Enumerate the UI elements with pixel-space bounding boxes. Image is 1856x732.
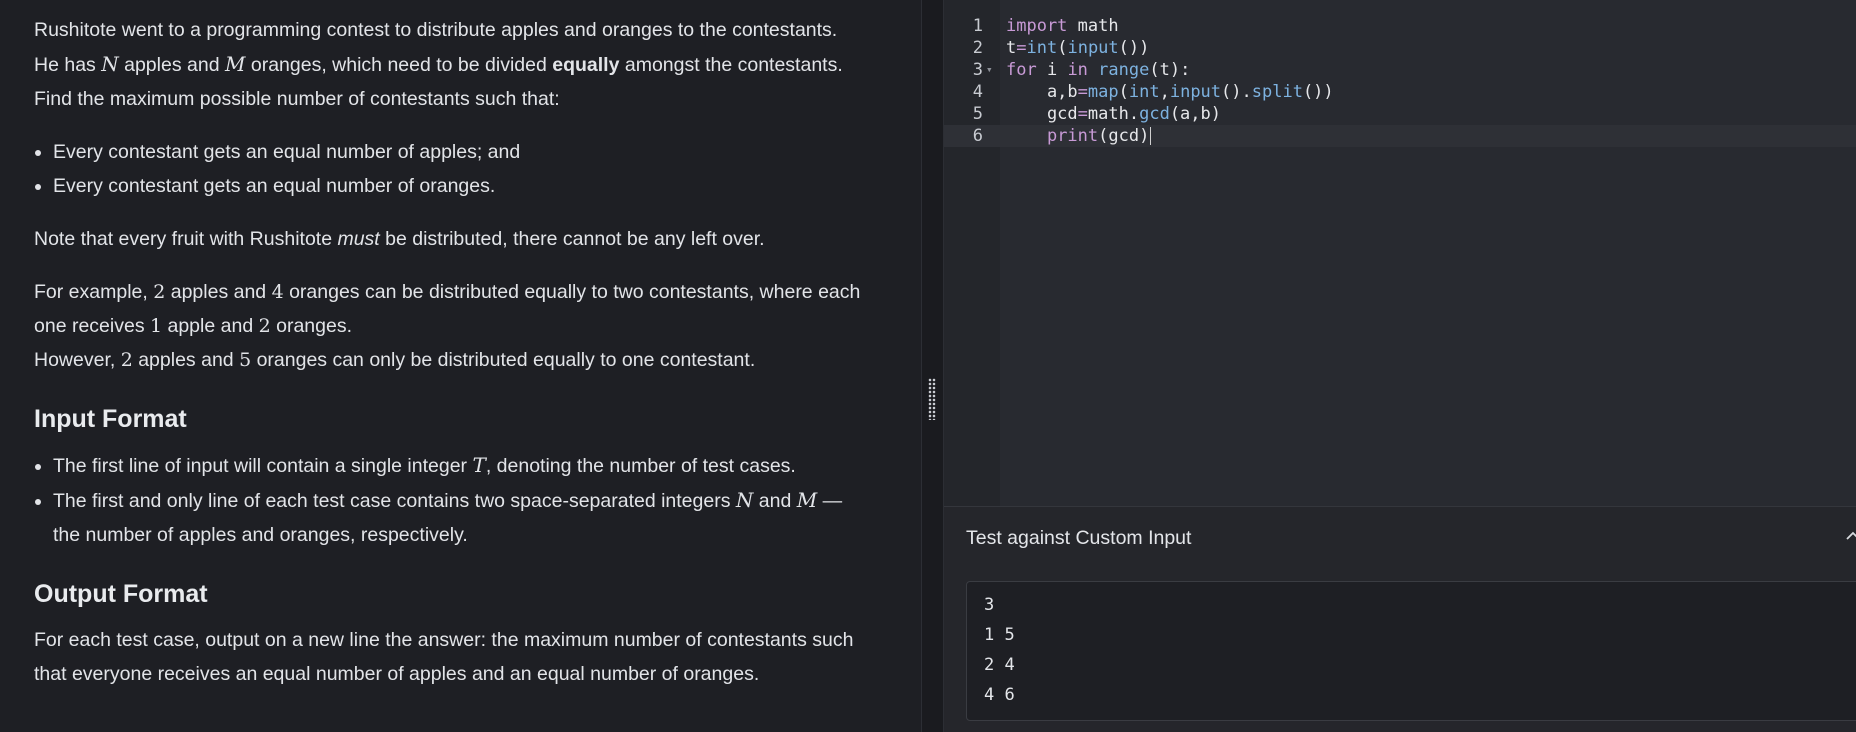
line-number: 2 bbox=[972, 38, 983, 58]
math-number: 4 bbox=[271, 281, 284, 303]
note-text: be distributed, there cannot be any left… bbox=[379, 228, 765, 250]
example-text: For example, bbox=[34, 281, 154, 303]
input-text: — bbox=[817, 490, 843, 512]
chevron-up-icon[interactable] bbox=[1846, 529, 1856, 543]
math-number: 2 bbox=[153, 281, 166, 303]
code-text: for i in range(t): bbox=[1006, 60, 1191, 80]
math-number: 2 bbox=[120, 349, 133, 371]
math-number: 1 bbox=[149, 315, 163, 337]
code-text: import math bbox=[1006, 16, 1119, 36]
example-text: oranges can be distributed equally to tw… bbox=[283, 281, 861, 303]
list-item: The first line of input will contain a s… bbox=[53, 448, 901, 483]
math-var-n: N bbox=[101, 52, 119, 76]
intro-paragraph: Rushitote went to a programming contest … bbox=[34, 13, 901, 116]
math-number: 2 bbox=[258, 315, 271, 337]
code-line[interactable]: 4 a,b=map(int,input().split()) bbox=[944, 81, 1856, 103]
line-number: 4 bbox=[972, 82, 983, 102]
math-var-m: M bbox=[796, 488, 818, 512]
intro-text: oranges, which need to be divided bbox=[245, 54, 553, 76]
example-text: However, bbox=[34, 349, 121, 371]
input-text: the number of apples and oranges, respec… bbox=[53, 524, 468, 546]
custom-input-section: Test against Custom Input 3 1 5 2 4 4 6 bbox=[944, 506, 1856, 732]
line-number: 3 bbox=[972, 60, 983, 80]
code-text: a,b=map(int,input().split()) bbox=[1006, 82, 1334, 102]
math-var-m: M bbox=[224, 52, 246, 76]
line-number: 1 bbox=[972, 16, 983, 36]
code-line[interactable]: 1 import math bbox=[944, 15, 1856, 37]
editor-panel: 1 import math 2 t=int(input()) 3 ▾ for i… bbox=[944, 0, 1856, 732]
output-format-heading: Output Format bbox=[34, 580, 208, 608]
example-text: oranges. bbox=[270, 315, 352, 337]
output-paragraph: For each test case, output on a new line… bbox=[34, 623, 901, 691]
example-paragraph: For example, 2 apples and 4 oranges can … bbox=[34, 275, 901, 377]
problem-statement: Rushitote went to a programming contest … bbox=[0, 0, 921, 732]
math-number: 5 bbox=[239, 349, 252, 371]
panel-resizer[interactable] bbox=[921, 0, 944, 732]
intro-text: amongst the contestants. bbox=[619, 54, 843, 76]
input-format-heading: Input Format bbox=[34, 405, 187, 433]
drag-handle-icon[interactable] bbox=[928, 378, 936, 420]
input-text: The first line of input will contain a s… bbox=[53, 455, 473, 477]
input-text: , denoting the number of test cases. bbox=[485, 455, 796, 477]
custom-input-field[interactable]: 3 1 5 2 4 4 6 bbox=[966, 581, 1856, 721]
code-line-active[interactable]: 6 print(gcd) bbox=[944, 125, 1856, 147]
list-item: Every contestant gets an equal number of… bbox=[53, 135, 901, 169]
intro-line-3: Find the maximum possible number of cont… bbox=[34, 88, 560, 110]
example-text: apples and bbox=[165, 281, 272, 303]
code-line[interactable]: 2 t=int(input()) bbox=[944, 37, 1856, 59]
example-text: one receives bbox=[34, 315, 150, 337]
code-line[interactable]: 5 gcd=math.gcd(a,b) bbox=[944, 103, 1856, 125]
math-var-t: T bbox=[472, 453, 486, 477]
input-text: The first and only line of each test cas… bbox=[53, 490, 736, 512]
intro-text: apples and bbox=[118, 54, 225, 76]
emphasis-must: must bbox=[337, 228, 380, 250]
input-format-list: The first line of input will contain a s… bbox=[34, 448, 901, 552]
intro-text: He has bbox=[34, 54, 102, 76]
code-text: print(gcd) bbox=[1046, 126, 1152, 146]
bold-equally: equally bbox=[552, 54, 620, 76]
note-paragraph: Note that every fruit with Rushitote mus… bbox=[34, 222, 901, 256]
list-item: The first and only line of each test cas… bbox=[53, 483, 901, 552]
conditions-list: Every contestant gets an equal number of… bbox=[34, 135, 901, 203]
code-line[interactable]: 3 ▾ for i in range(t): bbox=[944, 59, 1856, 81]
math-var-n: N bbox=[735, 488, 754, 512]
text-cursor bbox=[1150, 127, 1152, 145]
app-root: Rushitote went to a programming contest … bbox=[0, 0, 1856, 732]
example-text: apples and bbox=[132, 349, 240, 371]
line-number: 6 bbox=[972, 126, 983, 146]
example-text: apple and bbox=[162, 315, 259, 337]
chevron-down-icon[interactable]: ▾ bbox=[986, 59, 993, 81]
example-text: oranges can only be distributed equally … bbox=[251, 349, 756, 371]
output-text: For each test case, output on a new line… bbox=[34, 629, 854, 651]
output-text: that everyone receives an equal number o… bbox=[34, 663, 760, 685]
input-text: and bbox=[753, 490, 797, 512]
line-number: 5 bbox=[972, 104, 983, 124]
list-item: Every contestant gets an equal number of… bbox=[53, 169, 901, 203]
code-editor[interactable]: 1 import math 2 t=int(input()) 3 ▾ for i… bbox=[944, 0, 1856, 506]
intro-line-1: Rushitote went to a programming contest … bbox=[34, 19, 838, 41]
code-text: t=int(input()) bbox=[1006, 38, 1150, 58]
note-text: Note that every fruit with Rushitote bbox=[34, 228, 338, 250]
code-text: gcd=math.gcd(a,b) bbox=[1006, 104, 1221, 124]
custom-input-title[interactable]: Test against Custom Input bbox=[966, 527, 1191, 550]
